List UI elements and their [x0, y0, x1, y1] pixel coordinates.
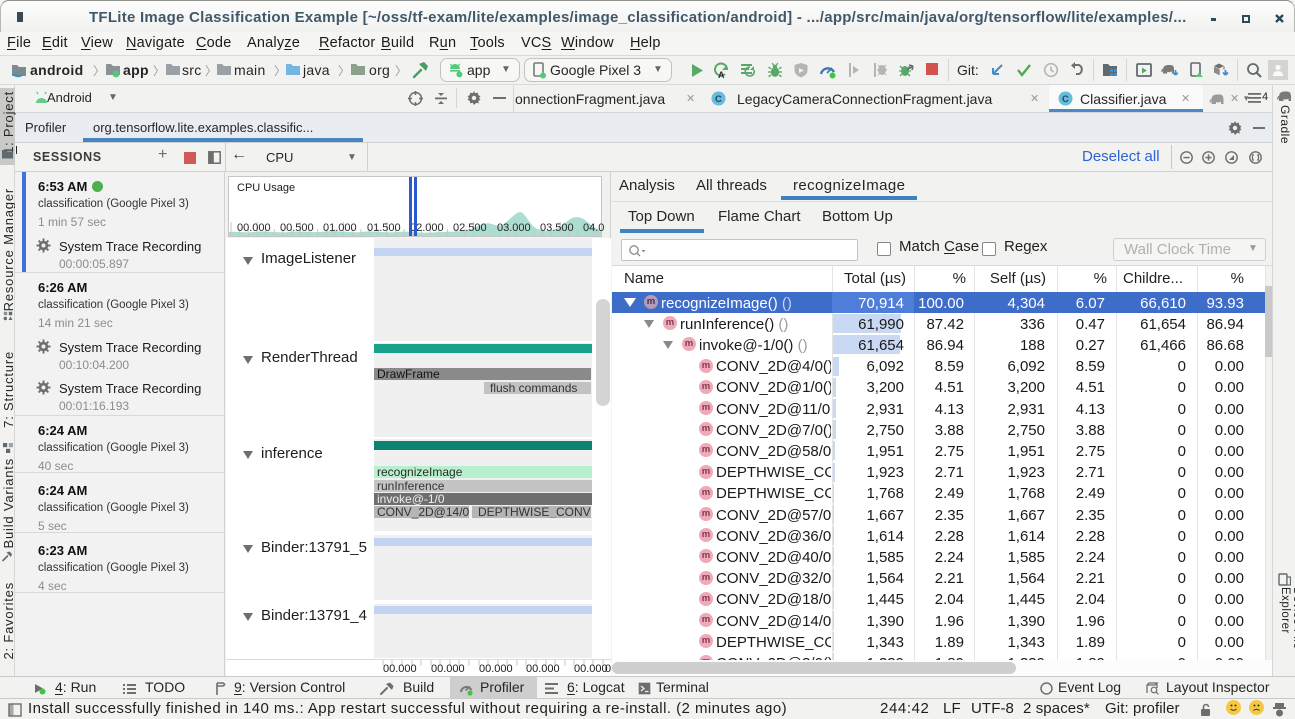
svg-text:C: C: [715, 94, 722, 105]
svg-text:C: C: [1062, 94, 1069, 105]
svg-text:A: A: [718, 70, 725, 79]
